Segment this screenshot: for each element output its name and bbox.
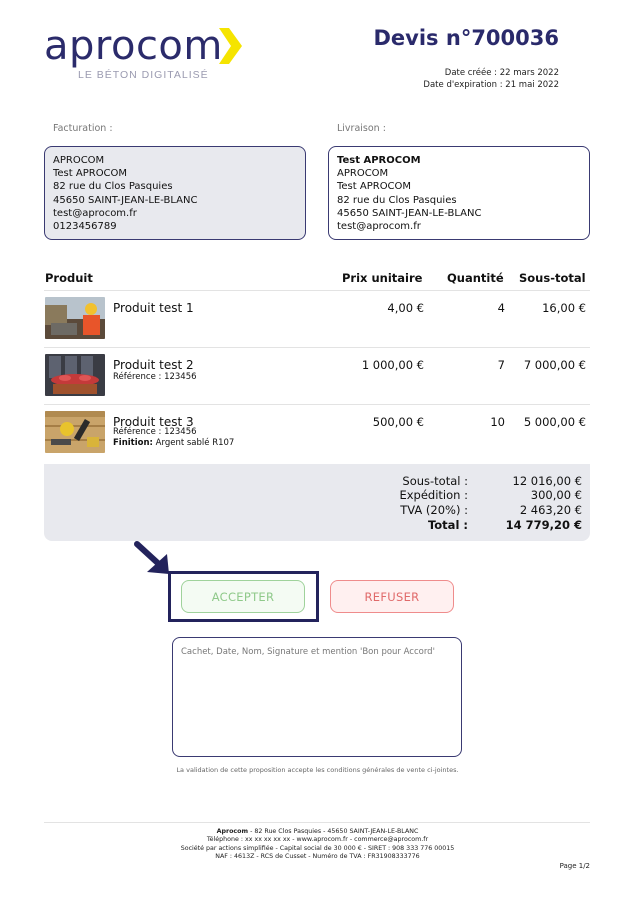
accept-button[interactable]: ACCEPTER (181, 580, 305, 613)
product-name: Produit test 2 (113, 358, 194, 372)
tax-value: 2 463,20 € (519, 503, 582, 517)
flower-box-photo (45, 354, 105, 396)
shipping-line: test@aprocom.fr (337, 221, 421, 233)
quantity: 10 (490, 415, 505, 429)
quote-dates: Date créée : 22 mars 2022 Date d'expirat… (423, 67, 559, 91)
footer-line: NAF : 4613Z - RCS de Cusset - Numéro de … (215, 852, 420, 860)
table-row: Produit test 1 4,00 € 4 16,00 € (44, 291, 590, 348)
refuse-button[interactable]: REFUSER (330, 580, 454, 613)
shipping-line: Test APROCOM (337, 155, 421, 166)
billing-line: test@aprocom.fr (53, 207, 137, 219)
unit-price: 4,00 € (387, 301, 424, 315)
shipping-line: 45650 SAINT-JEAN-LE-BLANC (337, 207, 482, 219)
billing-line: 45650 SAINT-JEAN-LE-BLANC (53, 194, 198, 206)
billing-address: APROCOM Test APROCOM 82 rue du Clos Pasq… (44, 146, 306, 240)
totals-panel: Sous-total : 12 016,00 € Expédition : 30… (44, 464, 590, 541)
quote-title: Devis n°700036 (373, 26, 560, 50)
finish-label: Finition: (113, 438, 153, 448)
subtotal-value: 12 016,00 € (512, 474, 583, 488)
table-row: Produit test 3 Référence : 123456 Finiti… (44, 405, 590, 462)
aprocom-logo: aprocom LE BÉTON DIGITALISÉ (44, 22, 254, 84)
quantity: 7 (497, 358, 505, 372)
quantity: 4 (497, 301, 505, 315)
billing-label: Facturation : (53, 123, 113, 134)
shipping-address: Test APROCOM APROCOM Test APROCOM 82 rue… (328, 146, 590, 240)
shipping-line: 82 rue du Clos Pasquies (337, 194, 457, 206)
finish-value: Argent sablé R107 (152, 438, 235, 448)
date-created: Date créée : 22 mars 2022 (444, 68, 559, 78)
logo-wordmark: aprocom (44, 23, 223, 69)
billing-line: 0123456789 (53, 221, 117, 233)
shipping-line: APROCOM (337, 168, 389, 180)
unit-price: 1 000,00 € (361, 358, 424, 372)
construction-worker-photo (45, 297, 105, 339)
subtotal: 16,00 € (542, 301, 586, 315)
col-quantity: Quantité (447, 271, 504, 285)
subtotal-label: Sous-total : (402, 474, 468, 488)
shipping-label: Livraison : (337, 123, 386, 134)
signature-field[interactable]: Cachet, Date, Nom, Signature et mention … (172, 637, 462, 757)
footer-company: Aprocom (216, 828, 249, 835)
footer-address: - 82 Rue Clos Pasquies - 45650 SAINT-JEA… (248, 828, 419, 835)
product-reference: Référence : 123456 (113, 372, 197, 382)
footer-line: Société par actions simplifiée - Capital… (180, 844, 455, 852)
billing-line: Test APROCOM (53, 168, 128, 180)
product-finish: Finition: Argent sablé R107 (113, 438, 234, 448)
shipping-line: Test APROCOM (337, 181, 412, 193)
chevron-right-icon (219, 28, 242, 64)
footer-line: Téléphone : xx xx xx xx xx - www.aprocom… (206, 836, 429, 844)
products-table-header: Produit Prix unitaire Quantité Sous-tota… (44, 271, 590, 291)
tools-on-wood-photo (45, 411, 105, 453)
table-row: Produit test 2 Référence : 123456 1 000,… (44, 348, 590, 405)
page-number: Page 1/2 (559, 862, 590, 870)
subtotal: 5 000,00 € (523, 415, 586, 429)
billing-line: 82 rue du Clos Pasquies (53, 181, 173, 193)
col-unit-price: Prix unitaire (342, 271, 423, 285)
footer-divider (44, 822, 590, 823)
date-expiry: Date d'expiration : 21 mai 2022 (423, 80, 559, 90)
shipping-cost-value: 300,00 € (530, 488, 582, 502)
logo-tagline: LE BÉTON DIGITALISÉ (78, 69, 209, 81)
shipping-cost-label: Expédition : (399, 488, 468, 502)
signature-placeholder: Cachet, Date, Nom, Signature et mention … (181, 647, 435, 657)
arrow-down-right-icon (134, 541, 169, 574)
subtotal: 7 000,00 € (523, 358, 586, 372)
product-name: Produit test 1 (113, 301, 194, 315)
product-reference: Référence : 123456 (113, 427, 197, 437)
total-value: 14 779,20 € (505, 518, 582, 532)
total-label: Total : (427, 518, 468, 532)
billing-line: APROCOM (53, 155, 105, 166)
unit-price: 500,00 € (372, 415, 424, 429)
col-subtotal: Sous-total (519, 271, 586, 285)
validation-note: La validation de cette proposition accep… (176, 766, 459, 774)
col-product: Produit (45, 271, 93, 285)
footer-legal: Aprocom - 82 Rue Clos Pasquies - 45650 S… (0, 828, 635, 861)
tax-label: TVA (20%) : (400, 503, 468, 517)
